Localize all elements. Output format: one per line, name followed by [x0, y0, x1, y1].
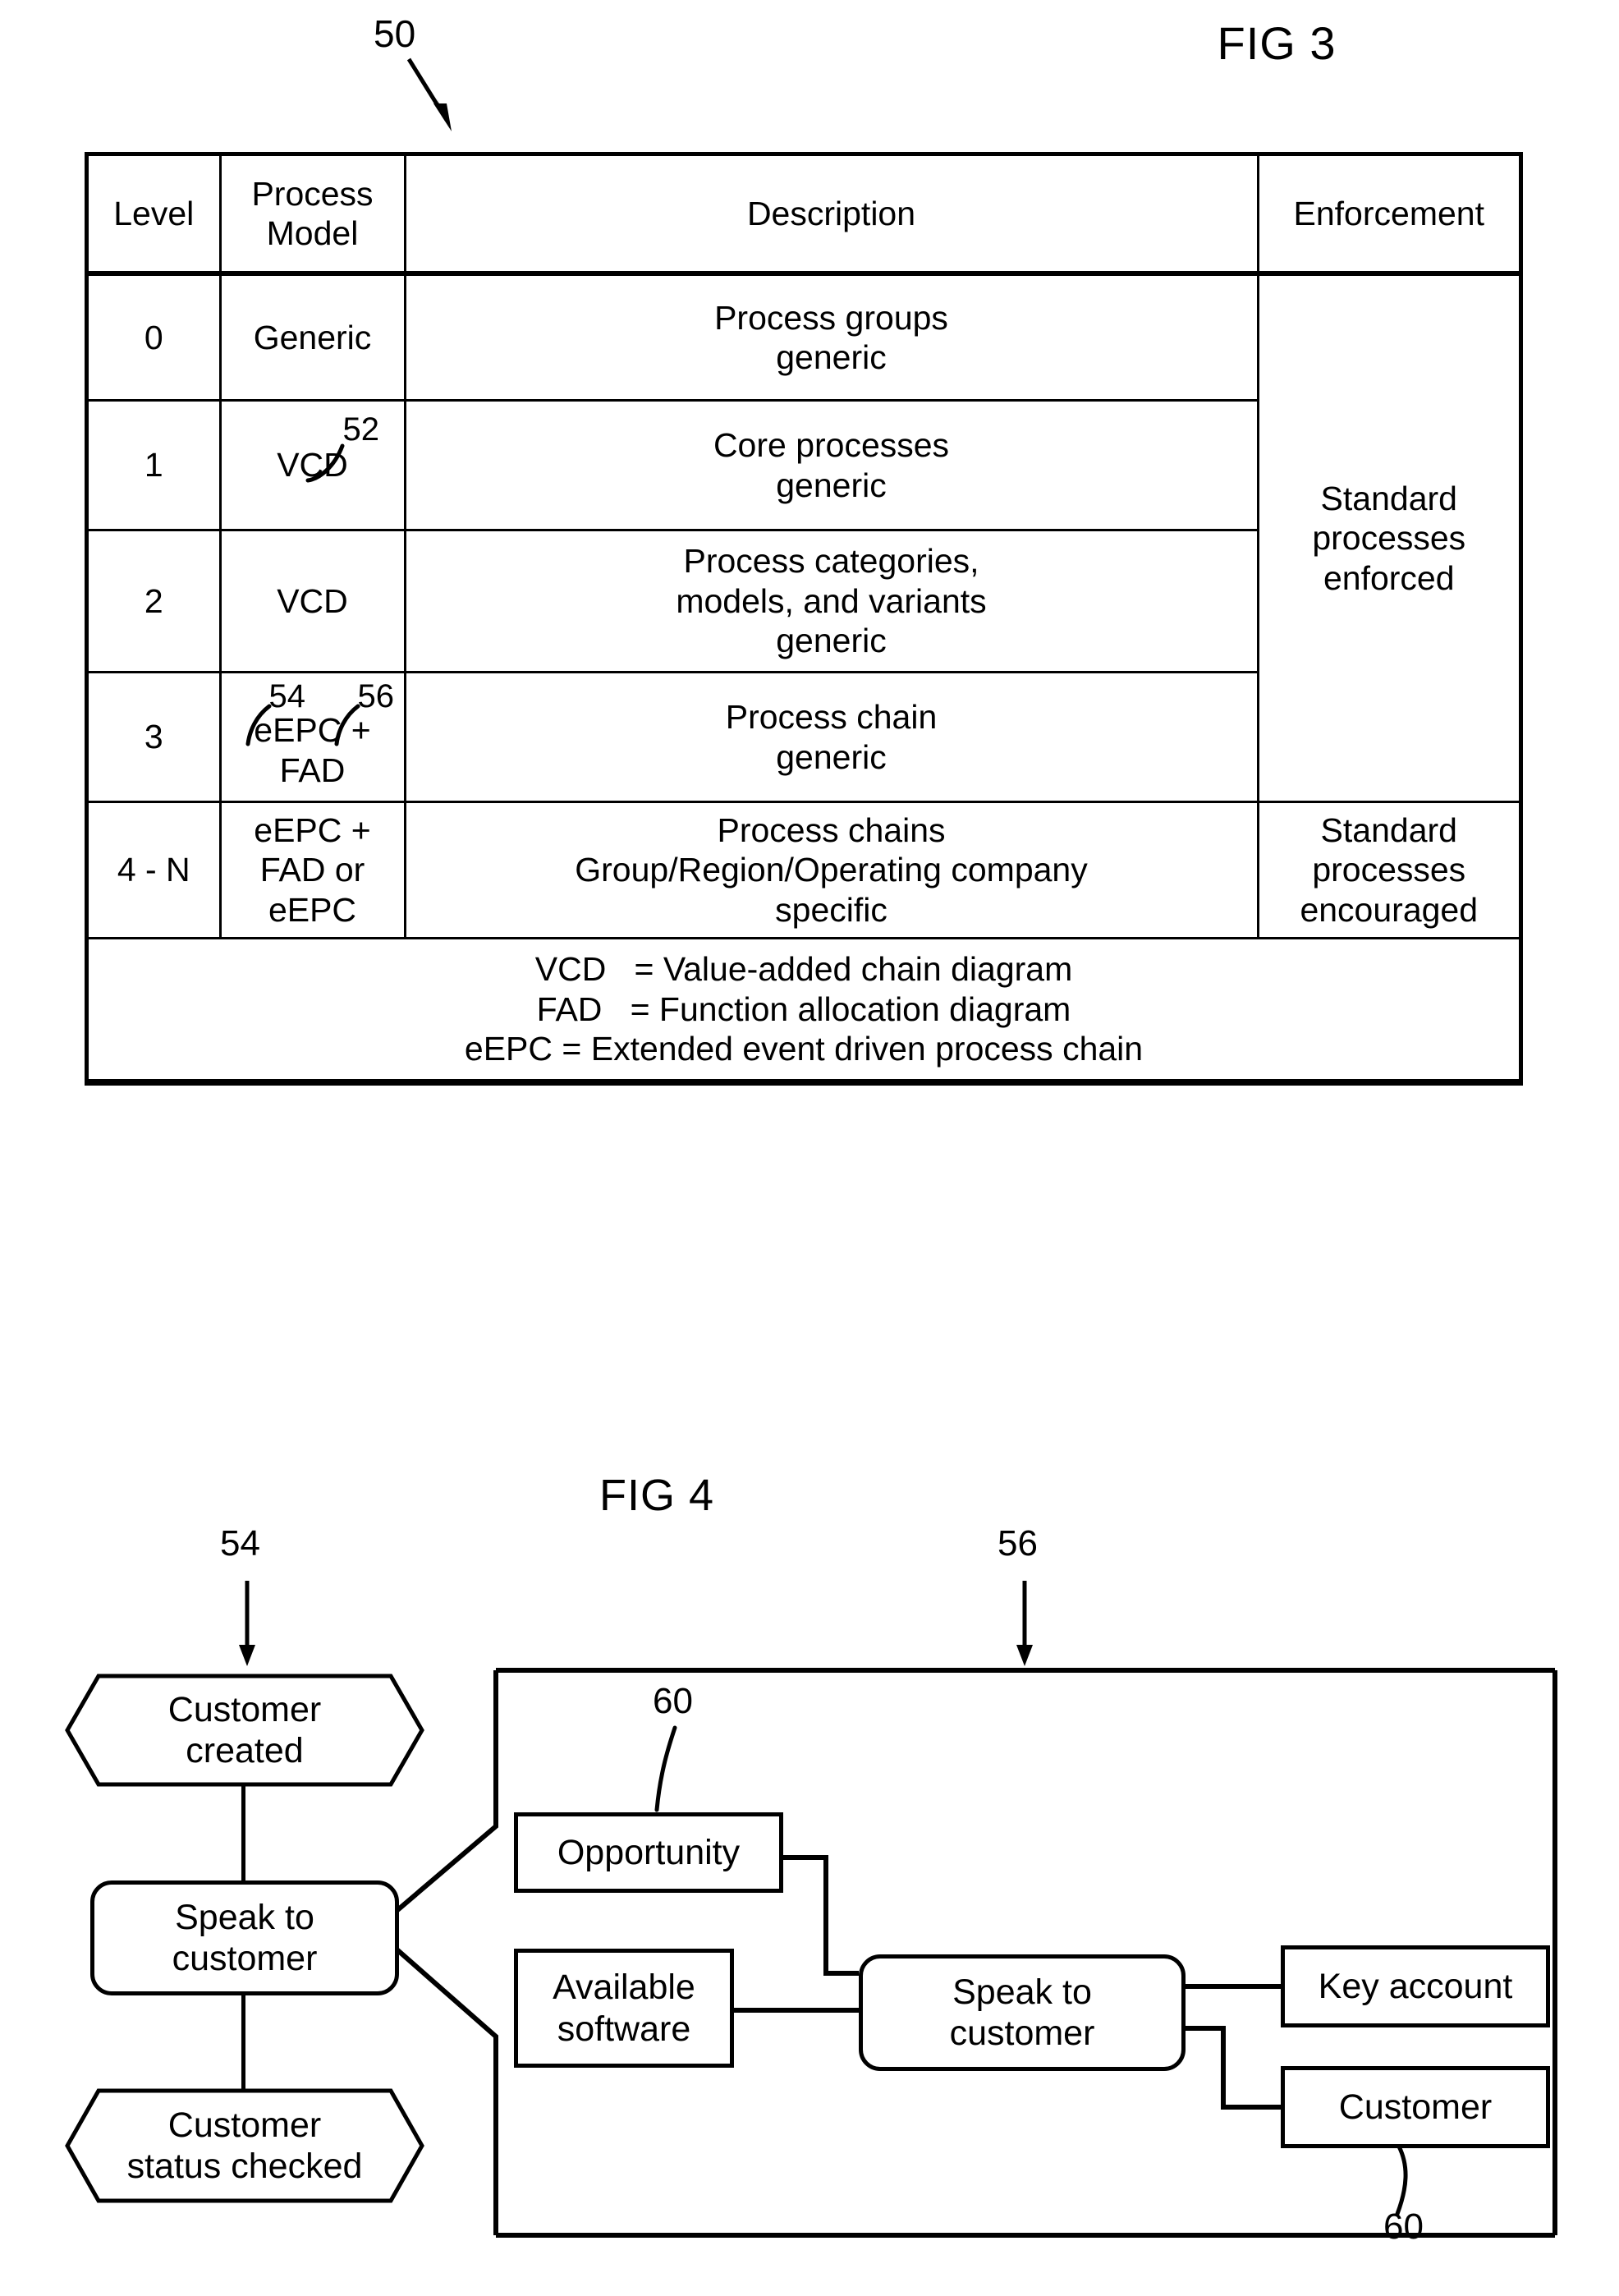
- patent-figure-page: FIG 3 50 Level Process Model Description…: [0, 0, 1619, 2296]
- fad-connector-wires: [734, 1855, 1281, 2110]
